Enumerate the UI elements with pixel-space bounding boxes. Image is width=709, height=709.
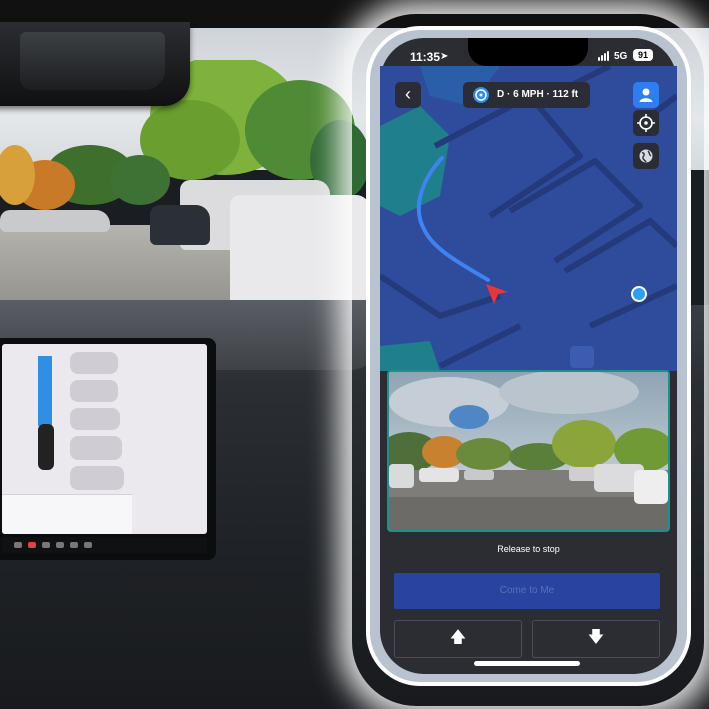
signal-icon [598,57,600,61]
reverse-button[interactable]: 🡇 [532,620,660,658]
car-screen-panel [2,494,132,534]
crosshair-icon [637,114,655,132]
come-to-me-button[interactable]: Come to Me [394,573,660,609]
chevron-left-icon: ‹ [405,84,411,104]
recenter-button[interactable] [633,110,659,136]
home-indicator[interactable] [474,661,580,666]
person-location-button[interactable] [633,82,659,108]
steering-wheel-icon [473,87,489,103]
parked-car [0,210,110,232]
summon-status-pill: D · 6 MPH · 112 ft [463,82,590,108]
rearview-mirror [0,22,190,106]
battery-level: 91 [633,49,653,61]
phone-location-dot-icon [631,286,647,302]
arrow-down-icon: 🡇 [587,629,605,646]
car-icon [38,424,54,470]
network-type: 5G [614,51,628,62]
back-button[interactable]: ‹ [395,82,421,108]
arrow-up-icon: 🡅 [449,629,467,646]
car-touchscreen-display [2,344,207,534]
parked-car [230,195,370,305]
parked-car [150,205,210,245]
summon-path-bar [38,356,52,426]
phone-notch [468,38,588,66]
camera-feed-image [389,372,668,530]
car-touchscreen [0,338,216,560]
release-to-stop-hint: Release to stop [497,544,560,554]
car-location-arrow-icon [486,284,508,304]
location-arrow-icon: ➤ [440,51,449,62]
front-camera-view [387,370,670,532]
map-style-button[interactable] [633,143,659,169]
globe-icon [639,149,653,163]
forward-button[interactable]: 🡅 [394,620,522,658]
person-icon [639,88,653,102]
status-time: 11:35 [410,50,441,64]
summon-status-text: D · 6 MPH · 112 ft [497,89,579,100]
